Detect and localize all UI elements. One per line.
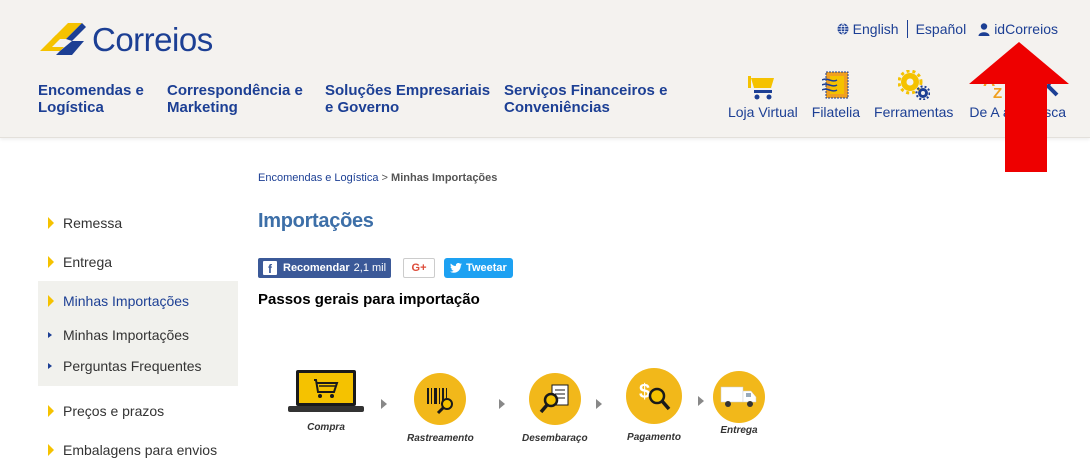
- facebook-icon: f: [263, 261, 277, 275]
- sidebar-item-label: Preços e prazos: [63, 402, 165, 419]
- dollar-magnifier-icon: $: [639, 381, 671, 411]
- sidebar-item-entrega[interactable]: Entrega: [38, 242, 238, 281]
- twitter-bird-icon: [450, 263, 463, 273]
- chevron-right-icon: [48, 255, 54, 268]
- step-label: Pagamento: [627, 432, 681, 443]
- bullet-icon: [48, 362, 52, 369]
- step-arrow-icon: [596, 399, 602, 409]
- sidebar-subitem-label: Perguntas Frequentes: [63, 357, 202, 374]
- nav-solucoes-empresariais[interactable]: Soluções Empresariais e Governo: [325, 82, 504, 116]
- correios-logo-icon: [38, 21, 88, 59]
- nav-correspondencia-marketing[interactable]: Correspondência e Marketing: [167, 82, 325, 116]
- ferramentas-label: Ferramentas: [874, 104, 954, 120]
- top-links: English Español idCorreios: [837, 20, 1058, 38]
- idcorreios-link-label: idCorreios: [994, 21, 1058, 37]
- tweet-label: Tweetar: [466, 262, 507, 274]
- step-desembaraco: Desembaraço: [522, 373, 588, 444]
- page-title: Importações: [258, 210, 374, 232]
- logo-text: Correios: [92, 21, 213, 58]
- espanol-link-label: Español: [915, 21, 967, 37]
- google-plus-button[interactable]: G+: [403, 258, 436, 278]
- laptop-cart-icon: [288, 370, 364, 412]
- bullet-icon: [48, 331, 52, 338]
- ferramentas-link[interactable]: Ferramentas: [874, 66, 953, 120]
- loja-virtual-label: Loja Virtual: [727, 104, 798, 120]
- chevron-right-icon: [48, 216, 54, 229]
- english-link-label: English: [852, 21, 899, 37]
- step-arrow-icon: [499, 399, 505, 409]
- sidebar-item-label: Entrega: [63, 253, 113, 270]
- step-label: Rastreamento: [407, 433, 474, 444]
- step-arrow-icon: [381, 399, 387, 409]
- english-link[interactable]: English: [837, 21, 899, 37]
- import-steps: Compra Rastreamento Desembaraço $ Pagame…: [288, 368, 788, 458]
- svg-text:$: $: [639, 381, 650, 403]
- sidebar-item-label: Remessa: [63, 214, 123, 231]
- sidebar-item-embalagens[interactable]: Embalagens para envios: [38, 430, 238, 467]
- globe-icon: [837, 23, 849, 35]
- sidebar-subitem-perguntas-frequentes[interactable]: Perguntas Frequentes: [38, 349, 238, 386]
- step-arrow-icon: [698, 396, 704, 406]
- step-label: Entrega: [720, 425, 758, 436]
- breadcrumb: Encomendas e Logística > Minhas Importaç…: [258, 172, 497, 184]
- section-heading: Passos gerais para importação: [258, 291, 480, 308]
- sidebar-menu: Remessa Entrega Minhas Importações Minha…: [38, 203, 238, 467]
- step-label: Desembaraço: [522, 433, 588, 444]
- stamp-icon: [821, 71, 849, 99]
- breadcrumb-separator: >: [381, 172, 388, 184]
- facebook-recommend-button[interactable]: f Recomendar 2,1 mil: [258, 258, 392, 278]
- sidebar-subitem-label: Minhas Importações: [63, 326, 190, 343]
- main-nav: Encomendas e Logística Correspondência e…: [38, 82, 684, 116]
- breadcrumb-parent-link[interactable]: Encomendas e Logística: [258, 172, 378, 184]
- facebook-count: 2,1 mil: [353, 262, 387, 274]
- google-plus-label: G+: [411, 262, 427, 274]
- step-rastreamento: Rastreamento: [407, 373, 474, 444]
- sidebar-item-minhas-importacoes[interactable]: Minhas Importações: [38, 281, 238, 320]
- espanol-link[interactable]: Español: [916, 21, 967, 37]
- barcode-magnifier-icon: [427, 388, 454, 415]
- idcorreios-link[interactable]: idCorreios: [978, 21, 1058, 37]
- tweet-button[interactable]: Tweetar: [444, 258, 513, 278]
- link-divider: [906, 20, 908, 38]
- sidebar-item-precos-prazos[interactable]: Preços e prazos: [38, 391, 238, 430]
- step-entrega: Entrega: [713, 371, 765, 436]
- chevron-right-icon: [48, 294, 54, 307]
- nav-servicos-financeiros[interactable]: Serviços Financeiros e Conveniências: [504, 82, 684, 116]
- social-share-bar: f Recomendar 2,1 mil G+ Tweetar: [258, 258, 513, 278]
- chevron-right-icon: [48, 404, 54, 417]
- sidebar-item-label: Embalagens para envios: [63, 441, 218, 458]
- gears-icon: [897, 70, 930, 100]
- step-pagamento: $ Pagamento: [626, 368, 682, 443]
- filatelia-label: Filatelia: [811, 104, 861, 120]
- annotation-arrow-icon: [965, 42, 1073, 177]
- facebook-recommend-label: Recomendar: [283, 262, 350, 274]
- document-magnifier-icon: [539, 384, 569, 414]
- site-header: Correios English Español idCorreios Enco…: [0, 0, 1090, 138]
- loja-virtual-link[interactable]: Loja Virtual: [728, 66, 798, 120]
- nav-encomendas-logistica[interactable]: Encomendas e Logística: [38, 82, 167, 116]
- chevron-right-icon: [48, 443, 54, 456]
- truck-icon: [720, 386, 757, 407]
- sidebar-subitem-minhas-importacoes[interactable]: Minhas Importações: [38, 320, 238, 349]
- step-compra: Compra: [288, 368, 364, 433]
- correios-logo[interactable]: Correios: [38, 18, 213, 62]
- cart-icon: [747, 76, 774, 100]
- breadcrumb-current: Minhas Importações: [391, 172, 498, 184]
- filatelia-link[interactable]: Filatelia: [812, 66, 860, 120]
- sidebar-item-remessa[interactable]: Remessa: [38, 203, 238, 242]
- step-label: Compra: [307, 422, 345, 433]
- user-icon: [978, 22, 990, 36]
- sidebar-item-label: Minhas Importações: [63, 292, 190, 309]
